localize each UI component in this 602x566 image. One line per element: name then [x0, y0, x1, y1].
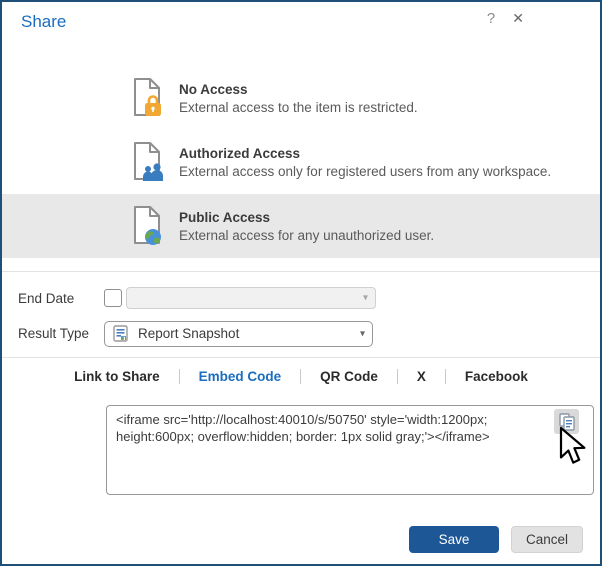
option-title: Authorized Access — [179, 146, 551, 161]
titlebar-icons: ? ✕ — [487, 10, 524, 27]
option-title: Public Access — [179, 210, 434, 225]
option-description: External access to the item is restricte… — [179, 100, 418, 115]
share-dialog: Share ? ✕ No Access — [0, 0, 602, 566]
embed-code-textarea[interactable]: <iframe src='http://localhost:40010/s/50… — [106, 405, 594, 495]
option-texts: No Access External access to the item is… — [179, 82, 418, 115]
option-no-access[interactable]: No Access External access to the item is… — [2, 66, 600, 130]
end-date-input[interactable] — [127, 288, 375, 308]
result-type-select[interactable]: Report Snapshot ▾ — [104, 321, 373, 347]
access-options: No Access External access to the item is… — [2, 66, 600, 258]
end-date-label: End Date — [18, 291, 104, 306]
divider — [2, 271, 600, 272]
option-description: External access only for registered user… — [179, 164, 551, 179]
result-type-row: Result Type Report Snapshot ▾ — [2, 320, 600, 347]
footer-buttons: Save Cancel — [409, 526, 583, 553]
option-description: External access for any unauthorized use… — [179, 228, 434, 243]
option-title: No Access — [179, 82, 418, 97]
tab-facebook[interactable]: Facebook — [446, 369, 547, 384]
copy-icon — [559, 413, 575, 431]
end-date-row: End Date ▾ — [2, 286, 600, 310]
option-texts: Public Access External access for any un… — [179, 210, 434, 243]
tab-link-to-share[interactable]: Link to Share — [55, 369, 179, 384]
result-type-label: Result Type — [18, 326, 104, 341]
option-public-access[interactable]: Public Access External access for any un… — [2, 194, 600, 258]
result-type-value: Report Snapshot — [138, 326, 239, 341]
chevron-down-icon: ▾ — [363, 293, 368, 304]
document-lock-icon — [132, 77, 164, 119]
tab-x[interactable]: X — [398, 369, 445, 384]
divider — [2, 357, 600, 358]
document-globe-icon — [132, 205, 164, 247]
dialog-titlebar: Share ? ✕ — [2, 2, 600, 46]
document-users-icon — [132, 141, 164, 183]
chevron-down-icon: ▾ — [360, 328, 365, 339]
copy-button[interactable] — [554, 409, 579, 434]
dialog-title: Share — [21, 12, 66, 32]
close-icon[interactable]: ✕ — [512, 10, 524, 27]
option-authorized-access[interactable]: Authorized Access External access only f… — [2, 130, 600, 194]
end-date-checkbox[interactable] — [104, 289, 122, 307]
option-texts: Authorized Access External access only f… — [179, 146, 551, 179]
save-button[interactable]: Save — [409, 526, 499, 553]
end-date-field: ▾ — [126, 287, 376, 309]
report-snapshot-icon — [113, 325, 128, 342]
embed-code-area: <iframe src='http://localhost:40010/s/50… — [106, 405, 594, 495]
help-icon[interactable]: ? — [487, 10, 495, 27]
tab-embed-code[interactable]: Embed Code — [180, 369, 301, 384]
share-tabs: Link to Share Embed Code QR Code X Faceb… — [2, 365, 600, 387]
tab-qr-code[interactable]: QR Code — [301, 369, 397, 384]
cancel-button[interactable]: Cancel — [511, 526, 583, 553]
